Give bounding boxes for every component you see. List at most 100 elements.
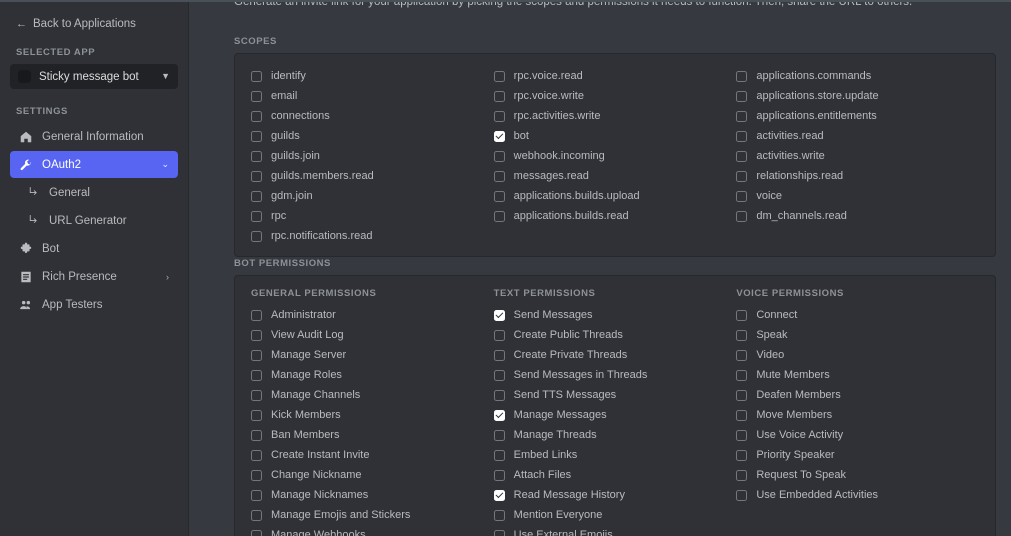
permission-checkbox-row[interactable]: Manage Nicknames — [251, 485, 494, 505]
back-to-applications-link[interactable]: ← Back to Applications — [0, 14, 188, 30]
checkbox-icon[interactable] — [736, 469, 748, 481]
checkbox-icon[interactable] — [493, 210, 505, 222]
scope-checkbox-row[interactable]: rpc.voice.read — [493, 66, 737, 86]
permission-checkbox-row[interactable]: Connect — [736, 305, 979, 325]
scope-checkbox-row[interactable]: applications.entitlements — [736, 106, 979, 126]
checkbox-icon[interactable] — [493, 190, 505, 202]
scope-checkbox-row[interactable]: guilds.join — [251, 146, 494, 166]
permission-checkbox-row[interactable]: Embed Links — [493, 445, 737, 465]
checkbox-icon[interactable] — [251, 90, 262, 102]
permission-checkbox-row[interactable]: Ban Members — [251, 425, 494, 445]
checkbox-icon[interactable] — [251, 449, 262, 461]
checkbox-icon[interactable] — [493, 449, 505, 461]
permission-checkbox-row[interactable]: Use External Emojis — [493, 525, 737, 536]
permission-checkbox-row[interactable]: Manage Messages — [493, 405, 737, 425]
permission-checkbox-row[interactable]: Mention Everyone — [493, 505, 737, 525]
checkbox-icon[interactable] — [493, 529, 505, 536]
permission-checkbox-row[interactable]: Send Messages — [493, 305, 737, 325]
app-selector-dropdown[interactable]: Sticky message bot ▼ — [10, 64, 178, 89]
checkbox-icon[interactable] — [736, 170, 748, 182]
checkbox-icon[interactable] — [251, 389, 262, 401]
checkbox-icon[interactable] — [736, 489, 748, 501]
permission-checkbox-row[interactable]: Read Message History — [493, 485, 737, 505]
checkbox-icon[interactable] — [493, 429, 505, 441]
permission-checkbox-row[interactable]: Speak — [736, 325, 979, 345]
sidebar-item-oauth2[interactable]: OAuth2 ⌄ — [10, 151, 178, 178]
checkbox-icon[interactable] — [493, 369, 505, 381]
checkbox-icon[interactable] — [251, 329, 262, 341]
permission-checkbox-row[interactable]: Manage Channels — [251, 385, 494, 405]
checkbox-icon[interactable] — [493, 70, 505, 82]
checkbox-icon[interactable] — [736, 190, 748, 202]
sidebar-subitem-general[interactable]: General — [10, 179, 178, 206]
checkbox-icon[interactable] — [736, 309, 748, 321]
permission-checkbox-row[interactable]: Manage Webhooks — [251, 525, 494, 536]
scope-checkbox-row[interactable]: identify — [251, 66, 494, 86]
checkbox-icon[interactable] — [736, 369, 748, 381]
checkbox-checked-icon[interactable] — [493, 409, 505, 421]
permission-checkbox-row[interactable]: Kick Members — [251, 405, 494, 425]
checkbox-icon[interactable] — [251, 309, 262, 321]
permission-checkbox-row[interactable]: Priority Speaker — [736, 445, 979, 465]
scope-checkbox-row[interactable]: activities.write — [736, 146, 979, 166]
checkbox-icon[interactable] — [251, 409, 262, 421]
permission-checkbox-row[interactable]: Send TTS Messages — [493, 385, 737, 405]
checkbox-icon[interactable] — [251, 110, 262, 122]
scope-checkbox-row[interactable]: applications.builds.upload — [493, 186, 737, 206]
permission-checkbox-row[interactable]: Create Public Threads — [493, 325, 737, 345]
scope-checkbox-row[interactable]: activities.read — [736, 126, 979, 146]
scope-checkbox-row[interactable]: rpc.notifications.read — [251, 226, 494, 246]
checkbox-icon[interactable] — [736, 349, 748, 361]
checkbox-icon[interactable] — [493, 329, 505, 341]
checkbox-icon[interactable] — [736, 409, 748, 421]
scope-checkbox-row[interactable]: gdm.join — [251, 186, 494, 206]
checkbox-icon[interactable] — [251, 70, 262, 82]
checkbox-icon[interactable] — [493, 349, 505, 361]
checkbox-icon[interactable] — [736, 449, 748, 461]
sidebar-item-bot[interactable]: Bot — [10, 235, 178, 262]
checkbox-icon[interactable] — [251, 170, 262, 182]
permission-checkbox-row[interactable]: Manage Threads — [493, 425, 737, 445]
checkbox-checked-icon[interactable] — [493, 309, 505, 321]
scope-checkbox-row[interactable]: rpc — [251, 206, 494, 226]
scope-checkbox-row[interactable]: applications.store.update — [736, 86, 979, 106]
checkbox-icon[interactable] — [251, 429, 262, 441]
sidebar-item-app-testers[interactable]: App Testers — [10, 291, 178, 318]
permission-checkbox-row[interactable]: Change Nickname — [251, 465, 494, 485]
scope-checkbox-row[interactable]: messages.read — [493, 166, 737, 186]
permission-checkbox-row[interactable]: View Audit Log — [251, 325, 494, 345]
scope-checkbox-row[interactable]: rpc.voice.write — [493, 86, 737, 106]
checkbox-icon[interactable] — [251, 150, 262, 162]
checkbox-icon[interactable] — [493, 150, 505, 162]
permission-checkbox-row[interactable]: Mute Members — [736, 365, 979, 385]
permission-checkbox-row[interactable]: Request To Speak — [736, 465, 979, 485]
checkbox-icon[interactable] — [736, 70, 748, 82]
checkbox-icon[interactable] — [251, 230, 262, 242]
scope-checkbox-row[interactable]: relationships.read — [736, 166, 979, 186]
permission-checkbox-row[interactable]: Send Messages in Threads — [493, 365, 737, 385]
permission-checkbox-row[interactable]: Create Instant Invite — [251, 445, 494, 465]
checkbox-icon[interactable] — [251, 489, 262, 501]
checkbox-icon[interactable] — [736, 210, 748, 222]
checkbox-icon[interactable] — [736, 329, 748, 341]
checkbox-icon[interactable] — [493, 90, 505, 102]
checkbox-icon[interactable] — [251, 130, 262, 142]
checkbox-icon[interactable] — [493, 469, 505, 481]
scope-checkbox-row[interactable]: bot — [493, 126, 737, 146]
checkbox-icon[interactable] — [251, 349, 262, 361]
scope-checkbox-row[interactable]: webhook.incoming — [493, 146, 737, 166]
checkbox-icon[interactable] — [493, 170, 505, 182]
permission-checkbox-row[interactable]: Use Embedded Activities — [736, 485, 979, 505]
checkbox-icon[interactable] — [736, 389, 748, 401]
checkbox-icon[interactable] — [493, 110, 505, 122]
permission-checkbox-row[interactable]: Manage Server — [251, 345, 494, 365]
permission-checkbox-row[interactable]: Attach Files — [493, 465, 737, 485]
permission-checkbox-row[interactable]: Use Voice Activity — [736, 425, 979, 445]
permission-checkbox-row[interactable]: Manage Roles — [251, 365, 494, 385]
scope-checkbox-row[interactable]: guilds — [251, 126, 494, 146]
checkbox-icon[interactable] — [251, 509, 262, 521]
scope-checkbox-row[interactable]: dm_channels.read — [736, 206, 979, 226]
permission-checkbox-row[interactable]: Video — [736, 345, 979, 365]
scope-checkbox-row[interactable]: connections — [251, 106, 494, 126]
permission-checkbox-row[interactable]: Administrator — [251, 305, 494, 325]
